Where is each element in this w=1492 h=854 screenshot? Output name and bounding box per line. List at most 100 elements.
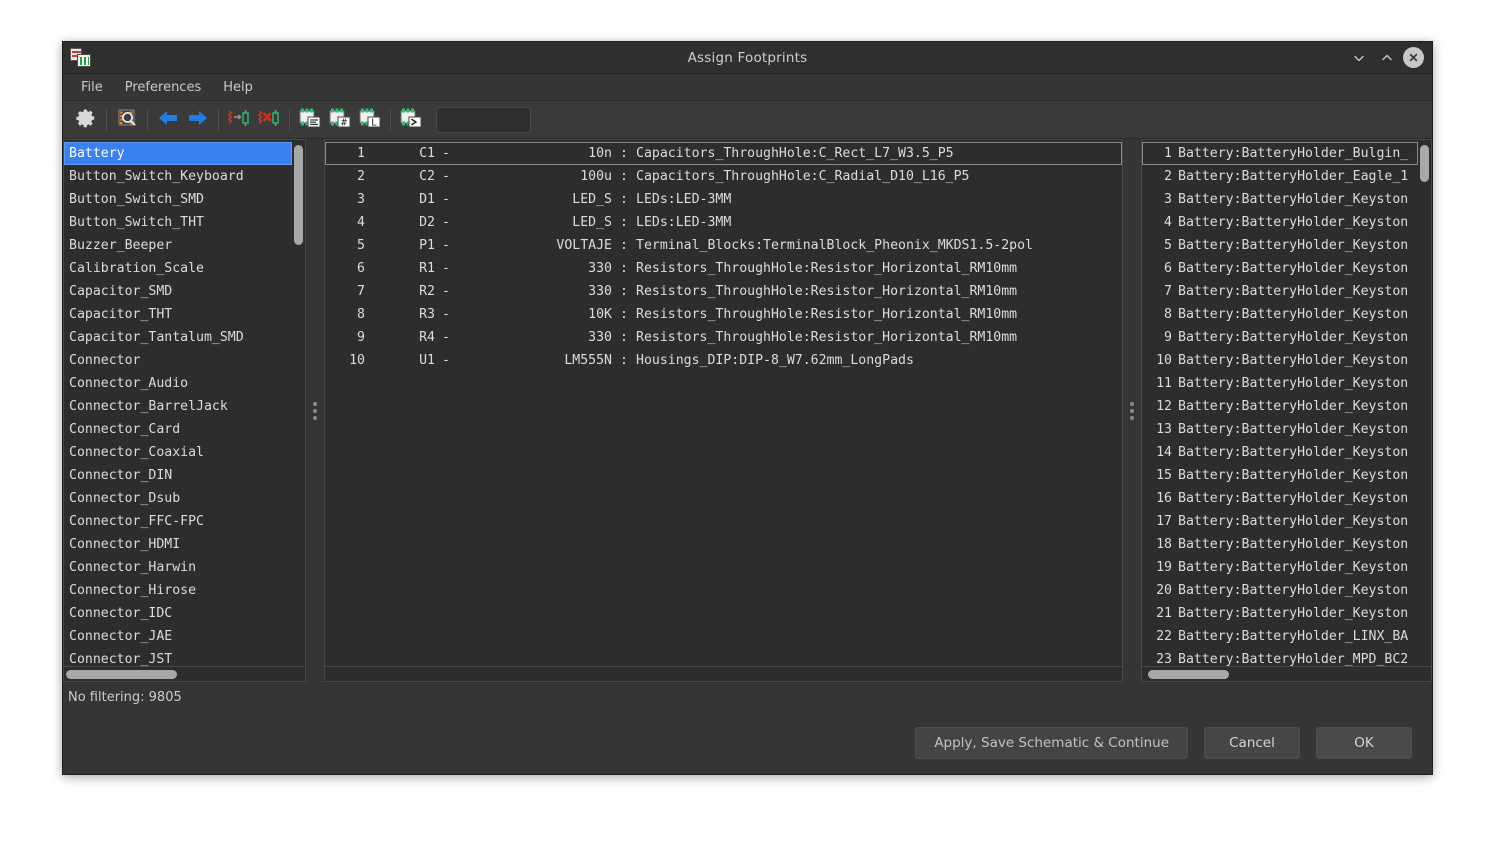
apply-save-schematic-continue-button[interactable]: Apply, Save Schematic & Continue bbox=[915, 727, 1188, 759]
footprints-horizontal-scroll-thumb[interactable] bbox=[1147, 670, 1229, 679]
footprint-list[interactable]: 1 Battery:BatteryHolder_Bulgin_ 2 Battery:B… bbox=[1141, 139, 1432, 667]
cancel-button[interactable]: Cancel bbox=[1204, 727, 1300, 759]
library-list-item[interactable]: Connector_Coaxial bbox=[64, 441, 292, 464]
libraries-vertical-scroll-thumb[interactable] bbox=[294, 145, 303, 246]
symbol-association-row[interactable]: 7 R2- 330: Resistors_ThroughHole:Resistor_H… bbox=[325, 280, 1122, 303]
filter-input[interactable] bbox=[436, 106, 531, 133]
ok-button[interactable]: OK bbox=[1316, 727, 1412, 759]
footprint-list-item[interactable]: 12 Battery:BatteryHolder_Keyston bbox=[1142, 395, 1418, 418]
library-list-item[interactable]: Capacitor_THT bbox=[64, 303, 292, 326]
library-list-item[interactable]: Connector_JAE bbox=[64, 625, 292, 648]
menu-preferences[interactable]: Preferences bbox=[115, 77, 211, 98]
manage-footprint-libraries-button[interactable] bbox=[112, 105, 142, 135]
footprint-list-item[interactable]: 2 Battery:BatteryHolder_Eagle_1 bbox=[1142, 165, 1418, 188]
library-list-item[interactable]: Capacitor_SMD bbox=[64, 280, 292, 303]
footprint-list-item[interactable]: 9 Battery:BatteryHolder_Keyston bbox=[1142, 326, 1418, 349]
footprint-list-item[interactable]: 7 Battery:BatteryHolder_Keyston bbox=[1142, 280, 1418, 303]
library-list-item[interactable]: Connector_IDC bbox=[64, 602, 292, 625]
footprint-list-item[interactable]: 19 Battery:BatteryHolder_Keyston bbox=[1142, 556, 1418, 579]
row-reference: R1 bbox=[419, 261, 435, 276]
library-list-item[interactable]: Connector_Audio bbox=[64, 372, 292, 395]
footprint-list-item[interactable]: 17 Battery:BatteryHolder_Keyston bbox=[1142, 510, 1418, 533]
configure-paths-button[interactable] bbox=[71, 105, 101, 135]
footprint-list-item[interactable]: 11 Battery:BatteryHolder_Keyston bbox=[1142, 372, 1418, 395]
library-list-item[interactable]: Button_Switch_THT bbox=[64, 211, 292, 234]
assign-footprint-button[interactable] bbox=[224, 105, 254, 135]
library-list-item[interactable]: Connector_Card bbox=[64, 418, 292, 441]
symbol-footprint-association-list[interactable]: 1 C1-10n: Capacitors_ThroughHole:C_Rect_L7… bbox=[324, 139, 1123, 667]
row-colon: : bbox=[620, 353, 628, 368]
symbol-association-row[interactable]: 8 R3- 10K: Resistors_ThroughHole:Resistor_H… bbox=[325, 303, 1122, 326]
maximize-icon[interactable] bbox=[1375, 46, 1399, 70]
symbol-association-row[interactable]: 4 D2- LED_S: LEDs:LED-3MM bbox=[325, 211, 1122, 234]
row-dash: - bbox=[442, 307, 450, 322]
filter-by-footprint-filters-button[interactable] bbox=[295, 105, 325, 135]
symbol-association-row[interactable]: 10 U1- LM555N: Housings_DIP:DIP-8_W7.62mm_L… bbox=[325, 349, 1122, 372]
footprint-list-item[interactable]: 8 Battery:BatteryHolder_Keyston bbox=[1142, 303, 1418, 326]
footprint-list-item[interactable]: 20 Battery:BatteryHolder_Keyston bbox=[1142, 579, 1418, 602]
next-unlinked-symbol-button[interactable] bbox=[183, 105, 213, 135]
footprint-item-label: Battery:BatteryHolder_Bulgin_ bbox=[1178, 146, 1409, 161]
library-list-item[interactable]: Button_Switch_SMD bbox=[64, 188, 292, 211]
filter-by-library-button[interactable]: L bbox=[355, 105, 385, 135]
symbol-association-row[interactable]: 5 P1- VOLTAJE: Terminal_Blocks:TerminalBloc… bbox=[325, 234, 1122, 257]
filter-by-text-button[interactable] bbox=[396, 105, 426, 135]
library-list-item[interactable]: Connector_Hirose bbox=[64, 579, 292, 602]
filter-by-pin-count-button[interactable]: # bbox=[325, 105, 355, 135]
footprint-list-item[interactable]: 10 Battery:BatteryHolder_Keyston bbox=[1142, 349, 1418, 372]
footprint-list-item[interactable]: 16 Battery:BatteryHolder_Keyston bbox=[1142, 487, 1418, 510]
library-list-item[interactable]: Connector_HDMI bbox=[64, 533, 292, 556]
footprint-list-item[interactable]: 1 Battery:BatteryHolder_Bulgin_ bbox=[1142, 142, 1418, 165]
library-list-item[interactable]: Connector bbox=[64, 349, 292, 372]
footprints-vertical-scrollbar[interactable] bbox=[1418, 140, 1431, 666]
footprint-list-item[interactable]: 4 Battery:BatteryHolder_Keyston bbox=[1142, 211, 1418, 234]
right-splitter[interactable] bbox=[1123, 139, 1141, 682]
footprint-libraries-list[interactable]: Battery Button_Switch_Keyboard Button_Swit… bbox=[63, 139, 306, 667]
library-list-item[interactable]: Connector_JST bbox=[64, 648, 292, 666]
footprint-list-item[interactable]: 13 Battery:BatteryHolder_Keyston bbox=[1142, 418, 1418, 441]
library-list-item[interactable]: Connector_FFC-FPC bbox=[64, 510, 292, 533]
library-list-item[interactable]: Connector_Dsub bbox=[64, 487, 292, 510]
footprint-list-item[interactable]: 6 Battery:BatteryHolder_Keyston bbox=[1142, 257, 1418, 280]
library-list-item[interactable]: Capacitor_Tantalum_SMD bbox=[64, 326, 292, 349]
menu-file[interactable]: File bbox=[71, 77, 113, 98]
symbols-horizontal-scrollbar[interactable] bbox=[324, 667, 1123, 682]
symbol-association-row[interactable]: 6 R1- 330: Resistors_ThroughHole:Resistor_H… bbox=[325, 257, 1122, 280]
library-list-item[interactable]: Buzzer_Beeper bbox=[64, 234, 292, 257]
library-list-item[interactable]: Connector_DIN bbox=[64, 464, 292, 487]
footprint-list-item[interactable]: 14 Battery:BatteryHolder_Keyston bbox=[1142, 441, 1418, 464]
footprint-list-item[interactable]: 15 Battery:BatteryHolder_Keyston bbox=[1142, 464, 1418, 487]
previous-unlinked-symbol-button[interactable] bbox=[153, 105, 183, 135]
row-dash: - bbox=[442, 330, 450, 345]
library-list-item[interactable]: Connector_Harwin bbox=[64, 556, 292, 579]
footprints-horizontal-scrollbar[interactable] bbox=[1141, 667, 1432, 682]
footprint-list-item[interactable]: 23 Battery:BatteryHolder_MPD_BC2 bbox=[1142, 648, 1418, 666]
footprint-list-item[interactable]: 3 Battery:BatteryHolder_Keyston bbox=[1142, 188, 1418, 211]
kicad-footprint-assign-icon bbox=[70, 47, 92, 68]
footprint-list-item[interactable]: 21 Battery:BatteryHolder_Keyston bbox=[1142, 602, 1418, 625]
library-list-item[interactable]: Calibration_Scale bbox=[64, 257, 292, 280]
symbol-association-row[interactable]: 9 R4- 330: Resistors_ThroughHole:Resistor_H… bbox=[325, 326, 1122, 349]
delete-association-button[interactable] bbox=[254, 105, 284, 135]
library-list-item[interactable]: Button_Switch_Keyboard bbox=[64, 165, 292, 188]
left-splitter[interactable] bbox=[306, 139, 324, 682]
symbol-association-row[interactable]: 2 C2- 100u: Capacitors_ThroughHole:C_Radial… bbox=[325, 165, 1122, 188]
minimize-icon[interactable] bbox=[1347, 46, 1371, 70]
row-colon: : bbox=[620, 215, 628, 230]
libraries-horizontal-scroll-thumb[interactable] bbox=[66, 670, 178, 679]
row-index: 2 bbox=[357, 169, 365, 184]
library-list-item[interactable]: Connector_BarrelJack bbox=[64, 395, 292, 418]
libraries-vertical-scrollbar[interactable] bbox=[292, 140, 305, 666]
footprint-list-item[interactable]: 5 Battery:BatteryHolder_Keyston bbox=[1142, 234, 1418, 257]
titlebar[interactable]: Assign Footprints bbox=[63, 42, 1432, 74]
symbol-association-row[interactable]: 3 D1- LED_S: LEDs:LED-3MM bbox=[325, 188, 1122, 211]
footprint-list-item[interactable]: 18 Battery:BatteryHolder_Keyston bbox=[1142, 533, 1418, 556]
library-list-item[interactable]: Battery bbox=[64, 142, 292, 165]
libraries-horizontal-scrollbar[interactable] bbox=[63, 667, 306, 682]
row-value: 330 bbox=[588, 330, 612, 345]
footprint-list-item[interactable]: 22 Battery:BatteryHolder_LINX_BA bbox=[1142, 625, 1418, 648]
close-icon[interactable] bbox=[1403, 47, 1424, 68]
footprints-vertical-scroll-thumb[interactable] bbox=[1420, 145, 1429, 183]
symbol-association-row[interactable]: 1 C1- 10n: Capacitors_ThroughHole:C_Rect_L7… bbox=[325, 142, 1122, 165]
menu-help[interactable]: Help bbox=[213, 77, 263, 98]
